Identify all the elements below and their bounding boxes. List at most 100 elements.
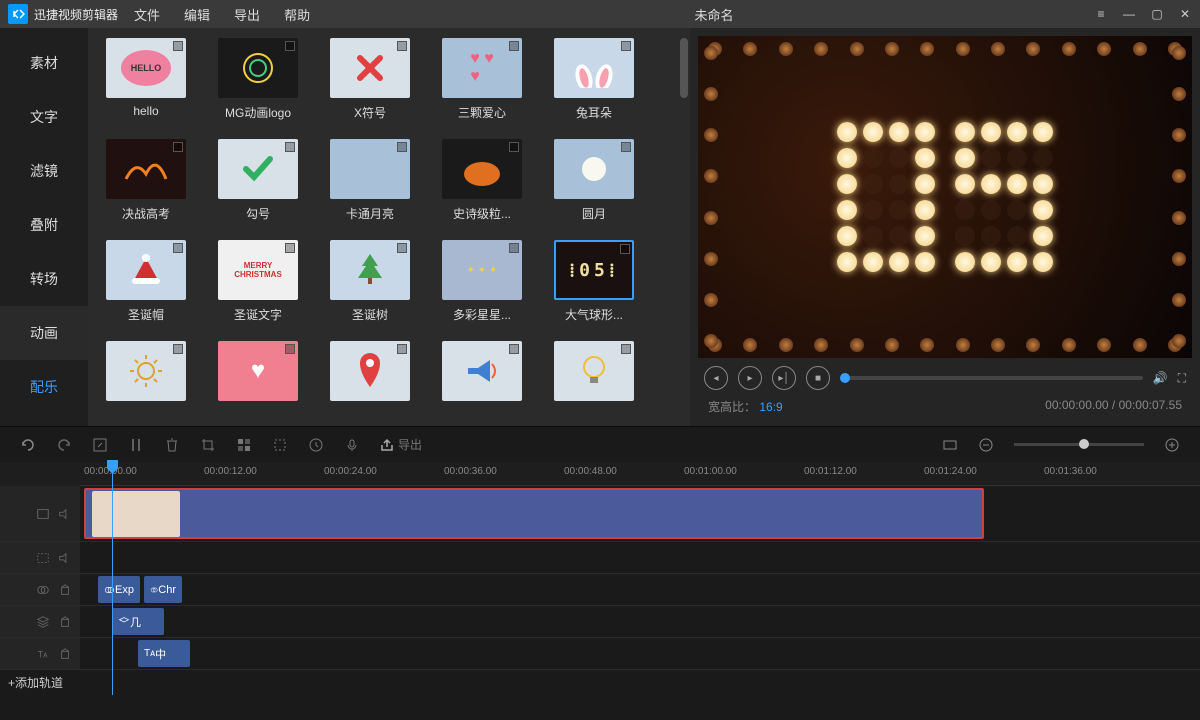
asset-label: 大气球形...	[548, 306, 640, 323]
redo-button[interactable]	[56, 437, 72, 453]
text-track: Tᴀ Tᴀ 中	[0, 638, 1200, 670]
menu-edit[interactable]: 编辑	[184, 5, 210, 24]
asset-label: 圣诞树	[324, 306, 416, 323]
timeline: 00:00:00.0000:00:12.0000:00:24.0000:00:3…	[0, 462, 1200, 695]
timeline-ruler[interactable]: 00:00:00.0000:00:12.0000:00:24.0000:00:3…	[80, 462, 1200, 486]
add-track-button[interactable]: +添加轨道	[0, 670, 1200, 695]
sidebar-item-animation[interactable]: 动画	[0, 306, 88, 360]
asset-item-6[interactable]: 勾号	[212, 139, 304, 222]
fx-clip-2[interactable]: Chr	[144, 576, 182, 603]
asset-panel: hello MG动画logo X符号 ♥ ♥♥三颗爱心兔耳朵决战高考 勾号 卡通月亮 史诗级…	[88, 28, 690, 426]
asset-item-18[interactable]	[436, 341, 528, 407]
asset-item-9[interactable]: 圆月	[548, 139, 640, 222]
fx-clip-1[interactable]: Exp	[98, 576, 140, 603]
asset-label: 兔耳朵	[548, 104, 640, 121]
voice-icon[interactable]	[344, 437, 360, 453]
asset-label: 勾号	[212, 205, 304, 222]
delete-icon[interactable]	[164, 437, 180, 453]
fit-icon[interactable]	[942, 437, 958, 453]
asset-item-5[interactable]: 决战高考	[100, 139, 192, 222]
menu-file[interactable]: 文件	[134, 5, 160, 24]
fx-track: Exp Chr	[0, 574, 1200, 606]
menu-export[interactable]: 导出	[234, 5, 260, 24]
overlay-clip[interactable]: 几	[112, 608, 164, 635]
asset-item-14[interactable]: ⁞05⁞大气球形...	[548, 240, 640, 323]
time-display: 00:00:00.00 / 00:00:07.55	[1045, 398, 1182, 415]
sidebar-item-material[interactable]: 素材	[0, 36, 88, 90]
fx-track-head	[0, 574, 80, 605]
asset-item-17[interactable]	[324, 341, 416, 407]
minimize-button[interactable]: —	[1122, 7, 1136, 21]
svg-text:Tᴀ: Tᴀ	[38, 649, 48, 659]
overlay-track: 几	[0, 606, 1200, 638]
export-button[interactable]: 导出	[380, 436, 422, 453]
hamburger-icon[interactable]: ≡	[1094, 7, 1108, 21]
asset-label: 三颗爱心	[436, 104, 528, 121]
asset-item-8[interactable]: 史诗级粒...	[436, 139, 528, 222]
close-button[interactable]: ✕	[1178, 7, 1192, 21]
aspect-ratio: 宽高比： 16:9	[708, 398, 783, 415]
asset-item-3[interactable]: ♥ ♥♥三颗爱心	[436, 38, 528, 121]
maximize-button[interactable]: ▢	[1150, 7, 1164, 21]
asset-item-2[interactable]: X符号	[324, 38, 416, 121]
asset-item-4[interactable]: 兔耳朵	[548, 38, 640, 121]
asset-label: 史诗级粒...	[436, 205, 528, 222]
asset-label: hello	[100, 104, 192, 118]
zoom-icon[interactable]	[272, 437, 288, 453]
app-icon	[8, 4, 28, 24]
zoom-slider[interactable]	[1014, 443, 1144, 446]
video-track-head	[0, 486, 80, 541]
menu-help[interactable]: 帮助	[284, 5, 310, 24]
asset-item-15[interactable]	[100, 341, 192, 407]
text-clip[interactable]: Tᴀ 中	[138, 640, 190, 667]
playhead[interactable]	[112, 462, 113, 695]
fullscreen-icon[interactable]: ⛶	[1178, 371, 1186, 386]
sidebar-item-overlay[interactable]: 叠附	[0, 198, 88, 252]
asset-item-0[interactable]: hello	[100, 38, 192, 121]
sidebar-item-transition[interactable]: 转场	[0, 252, 88, 306]
asset-item-1[interactable]: MG动画logo	[212, 38, 304, 121]
duration-icon[interactable]	[308, 437, 324, 453]
app-name: 迅捷视频剪辑器	[34, 6, 118, 23]
preview-panel: ◂ ▸ ▸│ ■ 🔊 ⛶ 宽高比： 16:9 00:00:00.00 / 00:…	[690, 28, 1200, 426]
audio-track	[0, 542, 1200, 574]
asset-item-7[interactable]: 卡通月亮	[324, 139, 416, 222]
asset-item-12[interactable]: 圣诞树	[324, 240, 416, 323]
titlebar: 迅捷视频剪辑器 文件 编辑 导出 帮助 未命名 ≡ — ▢ ✕	[0, 0, 1200, 28]
overlay-track-head	[0, 606, 80, 637]
preview-progress[interactable]	[840, 376, 1143, 380]
asset-item-19[interactable]	[548, 341, 640, 407]
crop-icon[interactable]	[200, 437, 216, 453]
prev-frame-button[interactable]: ◂	[704, 366, 728, 390]
zoom-out-button[interactable]	[978, 437, 994, 453]
mosaic-icon[interactable]	[236, 437, 252, 453]
undo-button[interactable]	[20, 437, 36, 453]
asset-label: 卡通月亮	[324, 205, 416, 222]
next-frame-button[interactable]: ▸│	[772, 366, 796, 390]
sidebar-item-filter[interactable]: 滤镜	[0, 144, 88, 198]
play-button[interactable]: ▸	[738, 366, 762, 390]
sidebar: 素材 文字 滤镜 叠附 转场 动画 配乐	[0, 28, 88, 426]
video-track	[0, 486, 1200, 542]
scrollbar-vertical[interactable]	[680, 38, 688, 98]
edit-icon[interactable]	[92, 437, 108, 453]
asset-label: X符号	[324, 104, 416, 121]
volume-icon[interactable]: 🔊	[1153, 371, 1168, 385]
asset-label: 圣诞文字	[212, 306, 304, 323]
document-title: 未命名	[334, 5, 1094, 24]
asset-item-13[interactable]: ✦ ✦ ✦多彩星星...	[436, 240, 528, 323]
asset-item-16[interactable]: ♥	[212, 341, 304, 407]
asset-item-11[interactable]: MERRYCHRISTMAS圣诞文字	[212, 240, 304, 323]
asset-label: 圆月	[548, 205, 640, 222]
sidebar-item-text[interactable]: 文字	[0, 90, 88, 144]
asset-label: 圣诞帽	[100, 306, 192, 323]
split-icon[interactable]	[128, 437, 144, 453]
timeline-toolbar: 导出	[0, 426, 1200, 462]
zoom-in-button[interactable]	[1164, 437, 1180, 453]
stop-button[interactable]: ■	[806, 366, 830, 390]
asset-label: 决战高考	[100, 205, 192, 222]
sidebar-item-music[interactable]: 配乐	[0, 360, 88, 414]
video-clip[interactable]	[84, 488, 984, 539]
asset-item-10[interactable]: 圣诞帽	[100, 240, 192, 323]
text-track-head: Tᴀ	[0, 638, 80, 669]
